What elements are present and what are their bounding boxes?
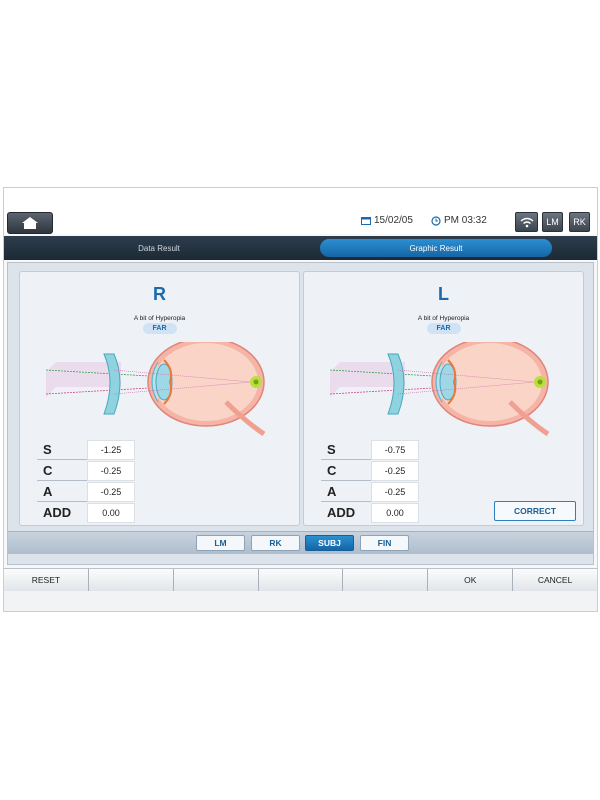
mode-fin-button[interactable]: FIN xyxy=(360,535,409,551)
measurement-value: -1.25 xyxy=(87,440,135,460)
tab-data-result[interactable]: Data Result xyxy=(64,239,254,257)
status-badge: FAR xyxy=(142,323,177,334)
row-divider xyxy=(321,459,371,460)
measurement-row-add: ADD 0.00 xyxy=(321,503,421,523)
lm-button[interactable]: LM xyxy=(542,212,563,232)
measurement-row-s: S -0.75 xyxy=(321,440,421,460)
eye-diagram-illustration xyxy=(330,342,550,437)
measurement-value: -0.25 xyxy=(371,482,419,502)
measurement-value: 0.00 xyxy=(371,503,419,523)
measurement-label: S xyxy=(43,442,52,457)
measurement-value: -0.75 xyxy=(371,440,419,460)
tab-graphic-result[interactable]: Graphic Result xyxy=(320,239,552,257)
empty-function-button-4[interactable] xyxy=(343,569,429,591)
main-content: R A bit of Hyperopia FAR S -1.25 C -0.25… xyxy=(7,262,594,565)
cancel-button[interactable]: CANCEL xyxy=(513,569,598,591)
right-eye-panel: R A bit of Hyperopia FAR S -1.25 C -0.25… xyxy=(19,271,300,526)
measurement-label: C xyxy=(327,463,337,478)
empty-function-button-1[interactable] xyxy=(88,569,174,591)
mode-rk-button[interactable]: RK xyxy=(251,535,300,551)
measurement-label: ADD xyxy=(327,505,356,520)
measurement-row-add: ADD 0.00 xyxy=(37,503,137,523)
correct-button[interactable]: CORRECT xyxy=(494,501,576,521)
calendar-icon xyxy=(361,217,371,225)
status-badge: FAR xyxy=(426,323,461,334)
date-display: 15/02/05 xyxy=(361,215,413,226)
measurement-value: 0.00 xyxy=(87,503,135,523)
diagnosis-text: A bit of Hyperopia xyxy=(417,315,470,322)
measurement-value: -0.25 xyxy=(87,482,135,502)
row-divider xyxy=(37,480,87,481)
ok-button[interactable]: OK xyxy=(428,569,514,591)
measurement-label: ADD xyxy=(43,505,72,520)
measurement-row-a: A -0.25 xyxy=(321,482,421,502)
wifi-button[interactable] xyxy=(515,212,538,232)
empty-function-button-2[interactable] xyxy=(173,569,259,591)
eye-diagram-illustration xyxy=(46,342,266,437)
mode-lm-button[interactable]: LM xyxy=(196,535,245,551)
result-tab-bar: Data Result Graphic Result xyxy=(4,236,597,260)
mode-subj-button[interactable]: SUBJ xyxy=(305,535,354,551)
clock-icon xyxy=(431,215,441,226)
measurement-value: -0.25 xyxy=(87,461,135,481)
home-icon xyxy=(22,217,38,229)
home-button[interactable] xyxy=(7,212,53,234)
reset-button[interactable]: RESET xyxy=(4,569,89,591)
time-text: PM 03:32 xyxy=(444,215,487,226)
measurement-label: A xyxy=(327,484,337,499)
eye-label: R xyxy=(153,284,166,304)
mode-selector-bar: LM RK SUBJ FIN xyxy=(8,531,593,554)
time-display: PM 03:32 xyxy=(431,215,487,226)
wifi-icon xyxy=(520,217,533,227)
measurement-row-a: A -0.25 xyxy=(37,482,137,502)
row-divider xyxy=(321,501,371,502)
row-divider xyxy=(37,501,87,502)
measurement-row-s: S -1.25 xyxy=(37,440,137,460)
row-divider xyxy=(37,459,87,460)
footer-strip xyxy=(4,591,597,611)
bottom-action-bar: RESET OK CANCEL xyxy=(4,568,598,592)
row-divider xyxy=(321,480,371,481)
left-eye-panel: L A bit of Hyperopia FAR S -0.75 C -0.25… xyxy=(303,271,584,526)
diagnosis-text: A bit of Hyperopia xyxy=(133,315,186,322)
rk-button[interactable]: RK xyxy=(569,212,590,232)
app-screen: 15/02/05 PM 03:32 LM RK Data Result Grap… xyxy=(3,187,598,612)
measurement-label: C xyxy=(43,463,53,478)
measurement-value: -0.25 xyxy=(371,461,419,481)
measurement-row-c: C -0.25 xyxy=(37,461,137,481)
measurement-label: S xyxy=(327,442,336,457)
measurement-row-c: C -0.25 xyxy=(321,461,421,481)
date-text: 15/02/05 xyxy=(374,215,413,226)
empty-function-button-3[interactable] xyxy=(258,569,344,591)
top-bar: 15/02/05 PM 03:32 LM RK xyxy=(4,188,597,234)
measurement-label: A xyxy=(43,484,53,499)
eye-label: L xyxy=(438,284,449,304)
